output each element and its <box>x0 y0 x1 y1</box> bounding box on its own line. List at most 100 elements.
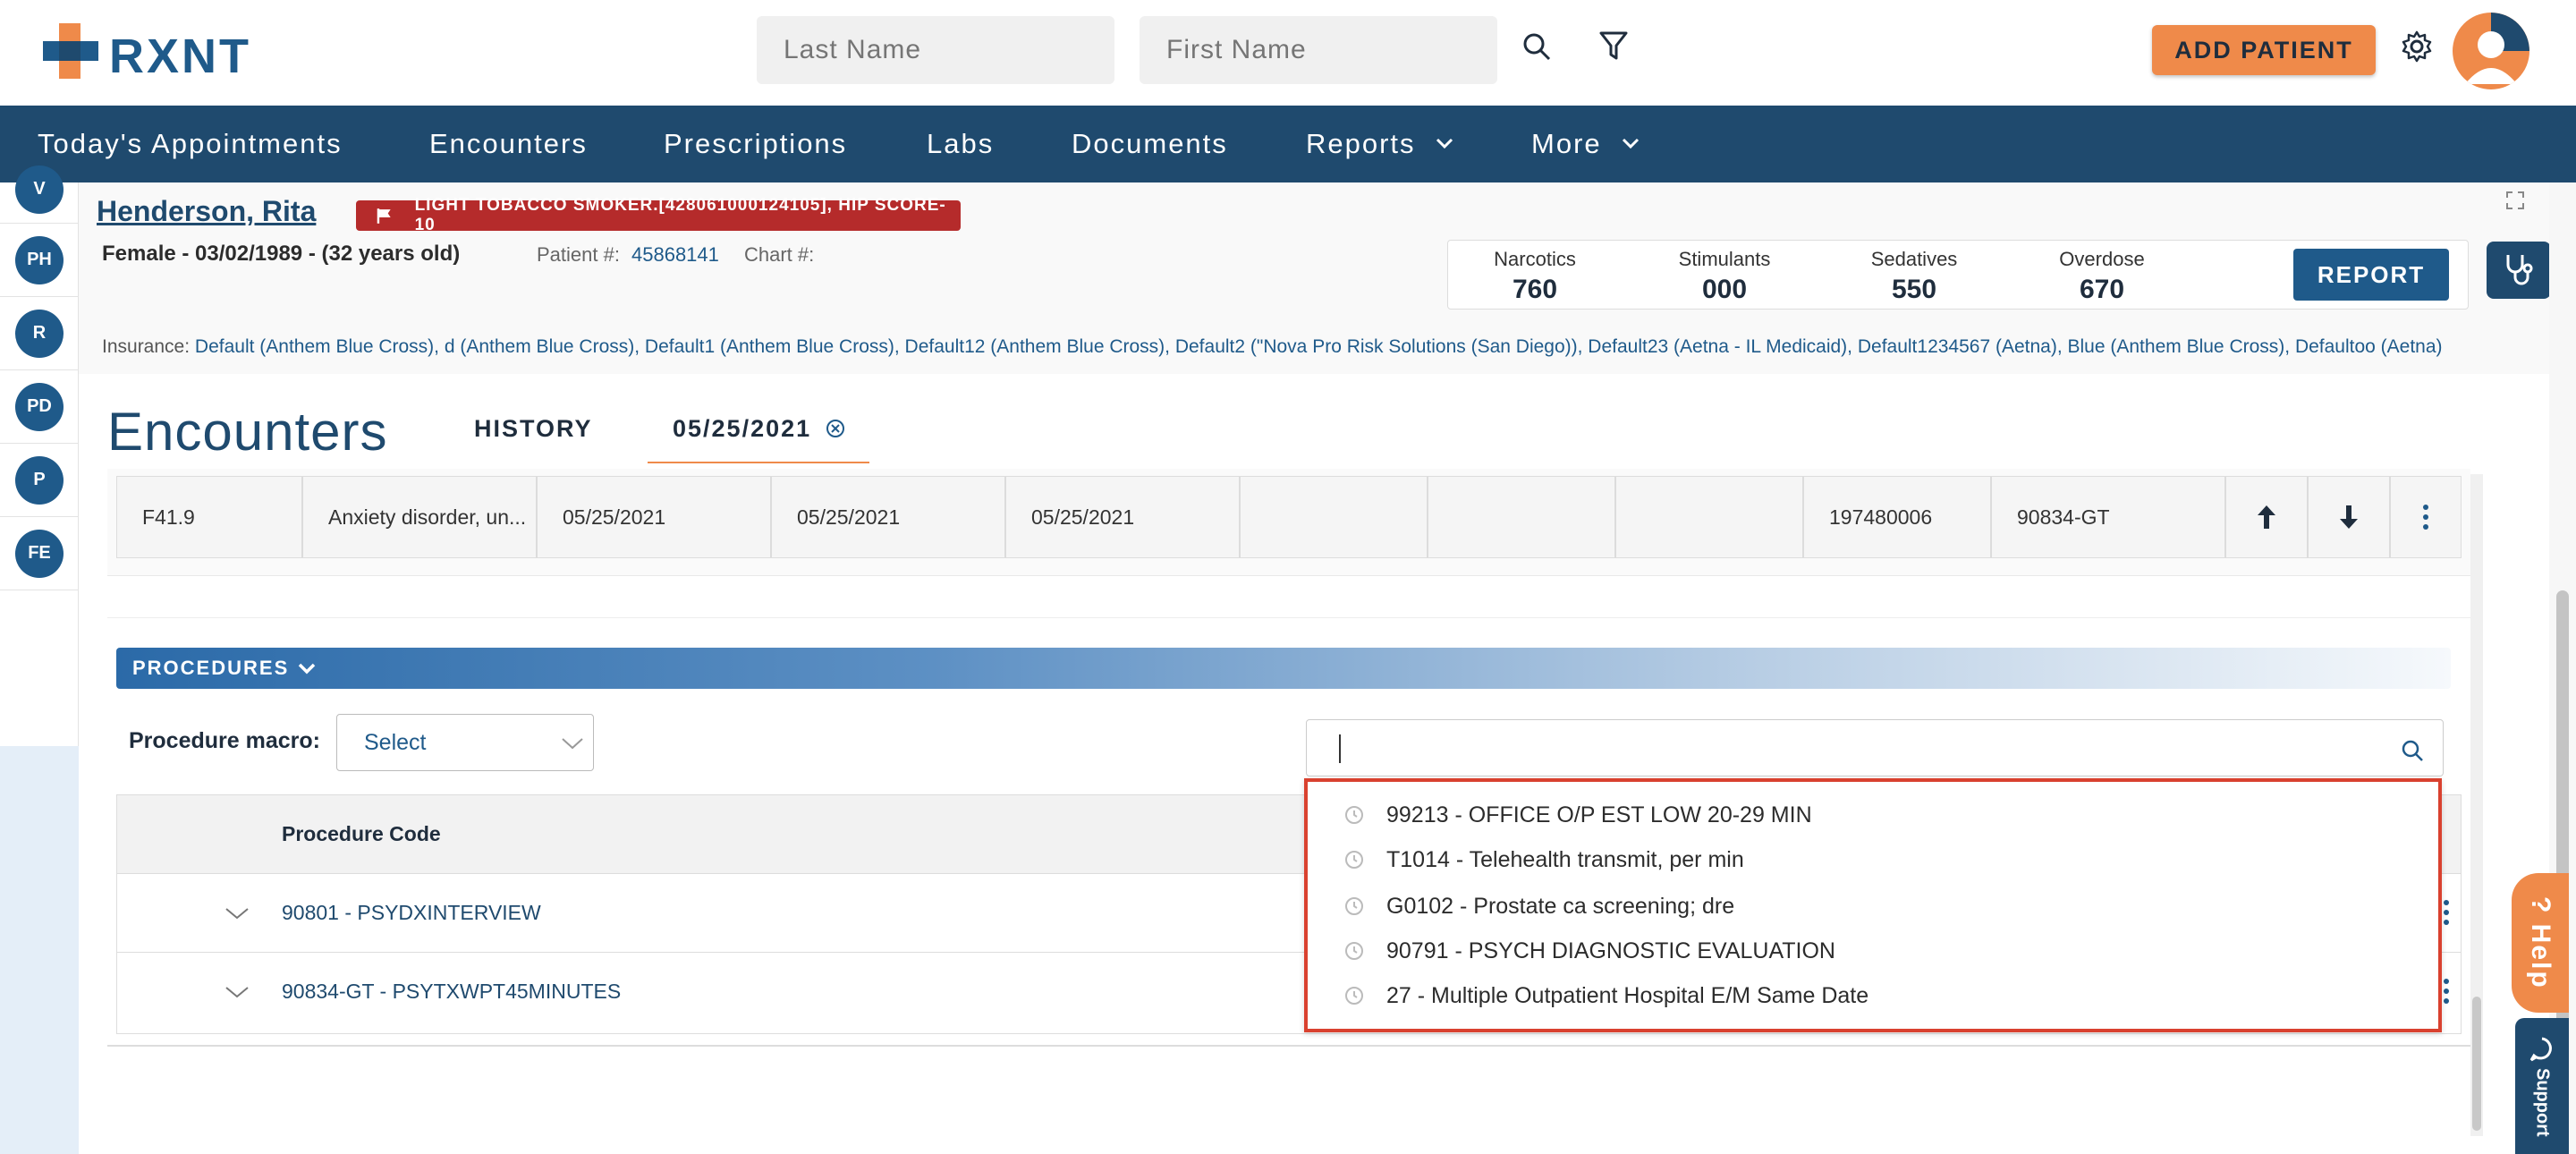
tab-active-underline <box>648 462 869 463</box>
patient-number: 45868141 <box>631 243 719 266</box>
close-circle-icon[interactable] <box>826 419 845 438</box>
nav-prescriptions[interactable]: Prescriptions <box>664 106 847 182</box>
add-patient-button[interactable]: ADD PATIENT <box>2152 25 2376 75</box>
insurance-label: Insurance: <box>102 336 191 357</box>
stethoscope-icon[interactable] <box>2487 242 2551 299</box>
diag-date: 05/25/2021 <box>1006 477 1241 557</box>
sidebar-item-ph[interactable]: PH <box>0 224 79 297</box>
nav-documents[interactable]: Documents <box>1072 106 1228 182</box>
sidebar-item-p[interactable]: P <box>0 444 79 517</box>
logo-text[interactable]: RXNT <box>109 29 251 84</box>
procedure-macro-label: Procedure macro: <box>129 728 320 753</box>
chevron-down-icon[interactable] <box>225 985 250 999</box>
nav-reports[interactable]: Reports <box>1306 106 1416 182</box>
sidebar-item-v[interactable]: V <box>0 156 79 224</box>
top-bar: RXNT ADD PATIENT <box>0 0 2576 106</box>
flag-icon <box>377 208 391 224</box>
macro-selected-value: Select <box>364 729 427 755</box>
more-vertical-icon[interactable] <box>2391 477 2461 557</box>
tab-date-label: 05/25/2021 <box>673 415 812 442</box>
column-procedure-code[interactable]: Procedure Code <box>282 822 441 846</box>
first-name-input[interactable] <box>1166 35 1470 65</box>
diagnosis-row: F41.9 Anxiety disorder, un... 05/25/2021… <box>116 476 2462 558</box>
nav-more[interactable]: More <box>1531 106 1602 182</box>
last-name-field[interactable] <box>757 16 1114 84</box>
sidebar-item-r[interactable]: R <box>0 297 79 370</box>
procedure-code[interactable]: 90801 - PSYDXINTERVIEW <box>282 901 541 925</box>
insurance-line: Insurance: Default (Anthem Blue Cross), … <box>102 336 2553 358</box>
suggestion-item[interactable]: T1014 - Telehealth transmit, per min <box>1308 837 2438 882</box>
sidebar-item-fe[interactable]: FE <box>0 517 79 590</box>
patient-name[interactable]: Henderson, Rita <box>97 195 316 228</box>
support-label: Support <box>2532 1067 2553 1137</box>
tab-encounter-date[interactable]: 05/25/2021 <box>673 415 845 443</box>
history-icon <box>1345 851 1363 869</box>
nav-todays-appointments[interactable]: Today's Appointments <box>38 106 343 182</box>
suggestion-item[interactable]: 27 - Multiple Outpatient Hospital E/M Sa… <box>1308 973 2438 1018</box>
chevron-down-icon[interactable] <box>1435 136 1454 150</box>
suggestion-text: 90791 - PSYCH DIAGNOSTIC EVALUATION <box>1386 938 1835 963</box>
search-icon[interactable] <box>1517 27 1556 66</box>
procedure-code[interactable]: 90834-GT - PSYTXWPT45MINUTES <box>282 980 621 1004</box>
left-sidebar: V PH R PD P FE <box>0 165 79 1154</box>
page-title: Encounters <box>107 402 388 462</box>
text-cursor <box>1339 734 1341 763</box>
suggestion-item[interactable]: G0102 - Prostate ca screening; dre <box>1308 884 2438 929</box>
stat-narcotics: Narcotics 760 <box>1450 241 1620 305</box>
sidebar-badge: R <box>15 309 64 358</box>
last-name-input[interactable] <box>784 35 1088 65</box>
suggestion-item[interactable]: 99213 - OFFICE O/P EST LOW 20-29 MIN <box>1308 793 2438 837</box>
avatar[interactable] <box>2453 13 2529 89</box>
chevron-down-icon[interactable] <box>225 906 250 921</box>
move-up-icon[interactable] <box>2226 477 2309 557</box>
stat-overdose: Overdose 670 <box>2017 241 2187 305</box>
suggestion-item[interactable]: 90791 - PSYCH DIAGNOSTIC EVALUATION <box>1308 929 2438 973</box>
first-name-field[interactable] <box>1140 16 1497 84</box>
procedures-toggle[interactable]: PROCEDURES <box>116 648 2451 689</box>
procedure-search-input[interactable] <box>1334 729 2362 768</box>
sidebar-badge: FE <box>15 529 64 578</box>
report-button[interactable]: REPORT <box>2293 249 2449 301</box>
procedure-search-field[interactable] <box>1306 719 2444 776</box>
suggestion-text: T1014 - Telehealth transmit, per min <box>1386 846 1744 872</box>
more-vertical-icon[interactable] <box>2443 978 2450 1005</box>
sidebar-item-pd[interactable]: PD <box>0 370 79 444</box>
suggestion-text: G0102 - Prostate ca screening; dre <box>1386 893 1735 919</box>
chevron-down-icon[interactable] <box>1621 136 1640 150</box>
content-scrollbar[interactable] <box>2470 474 2483 1136</box>
diag-date: 05/25/2021 <box>772 477 1006 557</box>
stat-label: Stimulants <box>1678 248 1771 270</box>
nav-labs[interactable]: Labs <box>927 106 994 182</box>
tab-history[interactable]: HISTORY <box>474 415 593 443</box>
support-tab[interactable]: Support <box>2515 1018 2569 1154</box>
diag-date: 05/25/2021 <box>538 477 772 557</box>
scrollbar-thumb[interactable] <box>2472 997 2481 1131</box>
procedures-label: PROCEDURES <box>132 657 290 679</box>
gear-icon[interactable] <box>2397 27 2436 66</box>
sidebar-badge: V <box>15 165 64 214</box>
help-tab[interactable]: ? Help <box>2512 873 2569 1013</box>
stat-value: 760 <box>1512 275 1558 304</box>
suggestion-text: 27 - Multiple Outpatient Hospital E/M Sa… <box>1386 982 1869 1008</box>
alert-badge[interactable]: LIGHT TOBACCO SMOKER.[428061000124105], … <box>356 196 961 234</box>
filter-icon[interactable] <box>1594 27 1633 66</box>
move-down-icon[interactable] <box>2309 477 2391 557</box>
chevron-down-icon <box>562 738 583 750</box>
suggestion-text: 99213 - OFFICE O/P EST LOW 20-29 MIN <box>1386 802 1812 827</box>
insurance-list[interactable]: Default (Anthem Blue Cross), d (Anthem B… <box>195 336 2443 357</box>
diag-empty-cell <box>1616 477 1804 557</box>
sidebar-badge: PH <box>15 235 64 284</box>
diag-empty-cell <box>1428 477 1616 557</box>
diag-description[interactable]: Anxiety disorder, un... <box>303 477 538 557</box>
search-icon[interactable] <box>2400 738 2425 763</box>
stat-label: Overdose <box>2059 248 2145 270</box>
chat-icon <box>2529 1037 2552 1061</box>
procedure-suggestions-dropdown: 99213 - OFFICE O/P EST LOW 20-29 MIN T10… <box>1304 778 2442 1032</box>
history-icon <box>1345 897 1363 915</box>
more-vertical-icon[interactable] <box>2443 899 2450 926</box>
procedure-macro-select[interactable]: Select <box>336 714 594 771</box>
expand-icon[interactable] <box>2504 190 2526 211</box>
nav-encounters[interactable]: Encounters <box>429 106 588 182</box>
stat-label: Narcotics <box>1494 248 1576 270</box>
help-text: Help <box>2526 923 2555 989</box>
